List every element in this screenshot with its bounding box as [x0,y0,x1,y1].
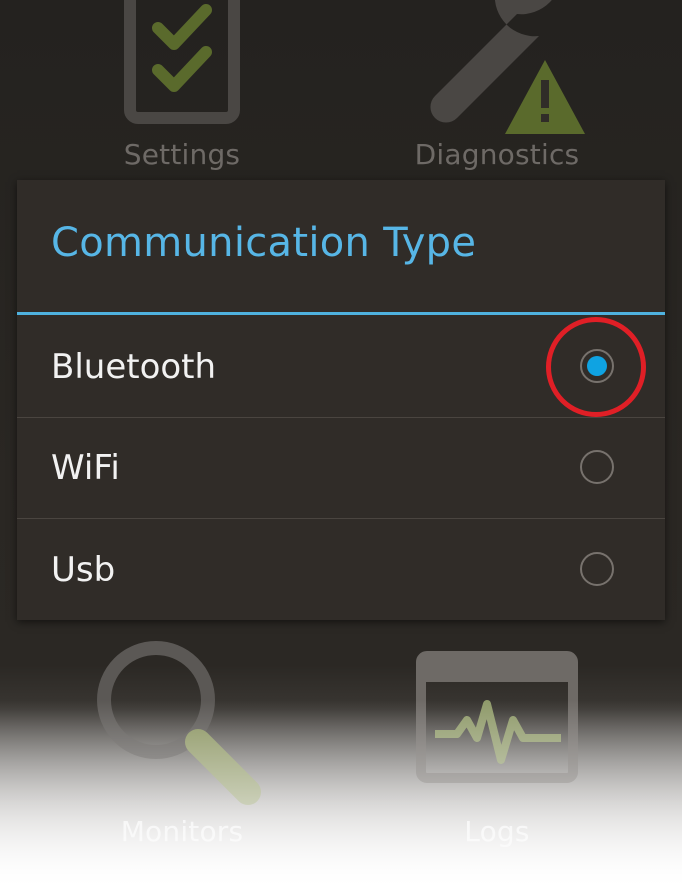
option-usb[interactable]: Usb [17,520,665,620]
magnifier-icon [97,641,261,805]
option-label: Bluetooth [51,347,217,387]
radio-button[interactable] [580,552,614,586]
diagnostics-tile[interactable]: Diagnostics [377,0,617,171]
checklist-icon [124,0,240,124]
dialog-title: Communication Type [51,220,477,266]
option-wifi[interactable]: WiFi [17,418,665,519]
logs-tile[interactable]: Logs [377,650,617,848]
monitors-label: Monitors [120,815,244,848]
option-label: WiFi [51,448,120,488]
settings-label: Settings [123,138,241,171]
dialog-title-divider [17,312,665,315]
radio-button[interactable] [580,450,614,484]
option-label: Usb [51,550,116,590]
logs-label: Logs [464,815,530,848]
diagnostics-label: Diagnostics [414,138,580,171]
option-divider [17,518,665,519]
highlight-ring-annotation [546,317,646,417]
wrench-warning-icon [430,0,585,134]
monitors-tile[interactable]: Monitors [62,630,302,848]
heartbeat-monitor-icon [416,651,578,783]
settings-tile[interactable]: Settings [62,0,302,171]
